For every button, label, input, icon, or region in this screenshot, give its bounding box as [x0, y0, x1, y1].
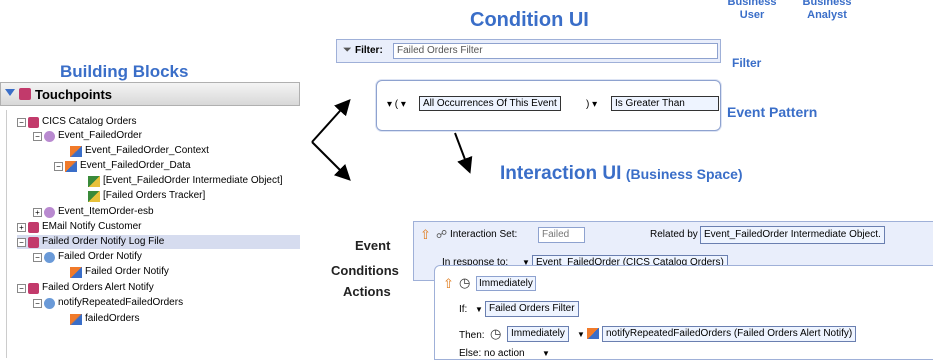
else-dropdown-icon[interactable]: ▼	[542, 349, 550, 358]
tree-item-event-data[interactable]: − Event_FailedOrder_Data	[54, 159, 191, 173]
then-label: Then:	[459, 330, 485, 341]
tree-item-label: Event_ItemOrder-esb	[58, 206, 154, 217]
related-by-label: Related by	[650, 229, 698, 240]
object-icon	[88, 175, 100, 187]
tree-item-event-context[interactable]: Event_FailedOrder_Context	[70, 144, 209, 158]
pattern-open-paren: ▾ ( ▾	[387, 99, 406, 110]
occurrence-select[interactable]: All Occurrences Of This Event	[419, 96, 561, 111]
if-select[interactable]: Failed Orders Filter	[485, 301, 579, 317]
conditions-side-label: Conditions	[331, 263, 399, 278]
arrow-to-condition-ui	[311, 99, 351, 143]
then-clock-icon: ◷	[490, 326, 502, 341]
interaction-set-icon: ☍	[436, 229, 448, 241]
touchpoints-header-label: Touchpoints	[35, 87, 113, 102]
related-by-select[interactable]: Event_FailedOrder Intermediate Object.	[700, 226, 885, 244]
filter-input[interactable]: Failed Orders Filter	[393, 43, 718, 59]
context-icon	[70, 145, 82, 157]
event-side-label: Event	[355, 238, 391, 253]
data-icon	[70, 313, 82, 325]
then-dropdown-icon[interactable]: ▼	[577, 330, 585, 339]
filter-bar-label: Filter:	[355, 45, 383, 56]
then-action-select[interactable]: notifyRepeatedFailedOrders (Failed Order…	[602, 326, 857, 342]
collapse-icon[interactable]: −	[54, 161, 63, 171]
tree-item-label: CICS Catalog Orders	[42, 116, 137, 127]
collapse-icon[interactable]: −	[17, 237, 26, 247]
tree-item-label: failedOrders	[85, 313, 140, 324]
data-icon	[70, 266, 82, 278]
collapse-triangle-icon[interactable]	[5, 89, 15, 96]
tree-item-failed-order-notify-log[interactable]: − Failed Order Notify Log File	[17, 235, 300, 249]
tree-item-label: [Event_FailedOrder Intermediate Object]	[103, 175, 283, 186]
actions-side-label: Actions	[343, 284, 391, 299]
touchpoint-icon	[28, 282, 39, 294]
tree-item-event-failedorder[interactable]: − Event_FailedOrder	[33, 129, 142, 143]
tree-item-failed-order-notify-data[interactable]: Failed Order Notify	[70, 265, 169, 279]
event-pattern-box: ▾ ( ▾ All Occurrences Of This Event ) ▾ …	[376, 80, 721, 131]
touchpoints-header[interactable]: Touchpoints	[0, 82, 300, 106]
collapse-icon[interactable]: −	[33, 131, 42, 141]
tree-item-intermediate-object[interactable]: [Event_FailedOrder Intermediate Object]	[88, 174, 283, 188]
collapse-icon[interactable]: −	[33, 298, 42, 308]
tree-item-label: Failed Order Notify	[58, 251, 142, 262]
action-panel: ⇧ ◷ Immediately If: ▼ Failed Orders Filt…	[434, 265, 933, 360]
expand-icon[interactable]: +	[33, 207, 42, 217]
expand-icon[interactable]: +	[17, 222, 26, 232]
tree-item-notify-repeated-failed-orders[interactable]: − notifyRepeatedFailedOrders	[33, 296, 183, 310]
filter-funnel-icon: ⏷	[343, 44, 352, 56]
if-dropdown-icon[interactable]: ▼	[475, 305, 483, 314]
tree-item-failed-orders-alert-notify[interactable]: − Failed Orders Alert Notify	[17, 281, 154, 295]
tree-item-label: Event_FailedOrder	[58, 130, 142, 141]
event-icon	[44, 206, 55, 218]
if-label: If:	[459, 304, 468, 315]
else-text: Else: no action	[459, 348, 525, 359]
object-icon	[88, 190, 100, 202]
tree-item-label: Failed Order Notify Log File	[42, 236, 165, 247]
tree-item-failed-order-notify[interactable]: − Failed Order Notify	[33, 250, 142, 264]
touchpoints-icon	[19, 88, 31, 100]
event-icon	[44, 130, 55, 142]
interaction-set-label: Interaction Set:	[450, 229, 518, 240]
tree-item-label: notifyRepeatedFailedOrders	[58, 297, 184, 308]
tree-item-label: Event_FailedOrder_Context	[85, 145, 209, 156]
tree-item-label: Event_FailedOrder_Data	[80, 160, 191, 171]
timing-select[interactable]: Immediately	[476, 276, 536, 291]
tree-item-event-itemorder[interactable]: + Event_ItemOrder-esb	[33, 205, 154, 219]
filter-bar: ⏷ Filter: Failed Orders Filter	[336, 39, 721, 63]
touchpoint-icon	[28, 236, 39, 248]
tree-item-cics-catalog-orders[interactable]: − CICS Catalog Orders	[17, 115, 136, 129]
tree-item-label: [Failed Orders Tracker]	[103, 190, 206, 201]
then-timing-select[interactable]: Immediately	[507, 326, 569, 342]
tree-item-label: EMail Notify Customer	[42, 221, 142, 232]
clock-icon: ◷	[459, 275, 471, 290]
touchpoint-icon	[28, 221, 39, 233]
tree-item-failed-orders[interactable]: failedOrders	[70, 312, 139, 326]
pattern-close-paren: ) ▾	[586, 99, 598, 110]
action-icon	[44, 251, 55, 263]
then-action-icon	[587, 328, 599, 339]
arrow-to-interaction-ui	[311, 141, 351, 181]
action-icon	[44, 297, 55, 309]
touchpoint-icon	[28, 116, 39, 128]
tree-item-label: Failed Orders Alert Notify	[42, 282, 154, 293]
collapse-icon[interactable]: −	[33, 252, 42, 262]
operator-select[interactable]: Is Greater Than	[611, 96, 719, 111]
interaction-set-input[interactable]: Failed	[538, 227, 585, 243]
tree-item-failed-orders-tracker[interactable]: [Failed Orders Tracker]	[88, 189, 205, 203]
move-up-icon[interactable]: ⇧	[420, 227, 431, 243]
tree-item-email-notify[interactable]: + EMail Notify Customer	[17, 220, 141, 234]
tree-item-label: Failed Order Notify	[85, 266, 169, 277]
collapse-icon[interactable]: −	[17, 117, 26, 127]
action-move-up-icon[interactable]: ⇧	[443, 276, 454, 292]
data-icon	[65, 160, 77, 172]
arrow-condition-to-interaction	[454, 132, 473, 174]
collapse-icon[interactable]: −	[17, 283, 26, 293]
